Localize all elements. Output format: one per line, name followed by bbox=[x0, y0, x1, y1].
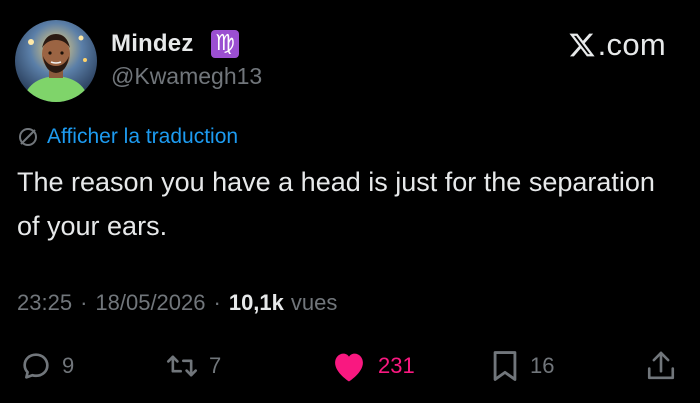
x-com-watermark: .com bbox=[568, 27, 666, 63]
translate-icon bbox=[19, 128, 37, 146]
retweet-button[interactable]: 7 bbox=[165, 346, 221, 386]
x-logo-icon bbox=[569, 33, 595, 57]
bookmark-count: 16 bbox=[530, 353, 555, 378]
retweet-icon bbox=[166, 355, 198, 377]
heart-icon bbox=[335, 353, 363, 382]
author-display-name[interactable]: Mindez bbox=[111, 30, 194, 58]
like-button[interactable]: 231 bbox=[330, 346, 415, 386]
translation-label[interactable]: Afficher la traduction bbox=[47, 125, 238, 149]
share-icon bbox=[647, 351, 675, 380]
bookmark-icon bbox=[493, 351, 517, 381]
reply-icon bbox=[23, 353, 49, 379]
tweet-date[interactable]: 18/05/2026 bbox=[95, 290, 205, 316]
avatar[interactable] bbox=[15, 20, 97, 102]
tweet-time[interactable]: 23:25 bbox=[17, 290, 72, 316]
bookmark-button[interactable]: 16 bbox=[490, 346, 554, 386]
zodiac-badge-icon: ♍ bbox=[211, 30, 239, 58]
meta-separator: · bbox=[213, 290, 221, 315]
reply-count: 9 bbox=[62, 353, 75, 378]
reply-button[interactable]: 9 bbox=[20, 346, 74, 386]
tweet-text: The reason you have a head is just for t… bbox=[17, 167, 655, 241]
brand-domain-text: .com bbox=[597, 27, 666, 62]
tweet-meta: 23:25 · 18/05/2026 · 10,1k vues bbox=[17, 290, 337, 316]
show-translation-link[interactable]: Afficher la traduction bbox=[17, 125, 238, 149]
share-button[interactable] bbox=[645, 346, 677, 386]
meta-separator: · bbox=[80, 290, 88, 315]
views-count: 10,1k bbox=[228, 290, 284, 315]
views-label: vues bbox=[290, 290, 338, 315]
retweet-count: 7 bbox=[209, 353, 222, 378]
like-count: 231 bbox=[378, 353, 415, 378]
tweet-actions: 9 7 231 16 bbox=[0, 346, 700, 386]
author-handle[interactable]: @Kwamegh13 bbox=[111, 63, 262, 90]
